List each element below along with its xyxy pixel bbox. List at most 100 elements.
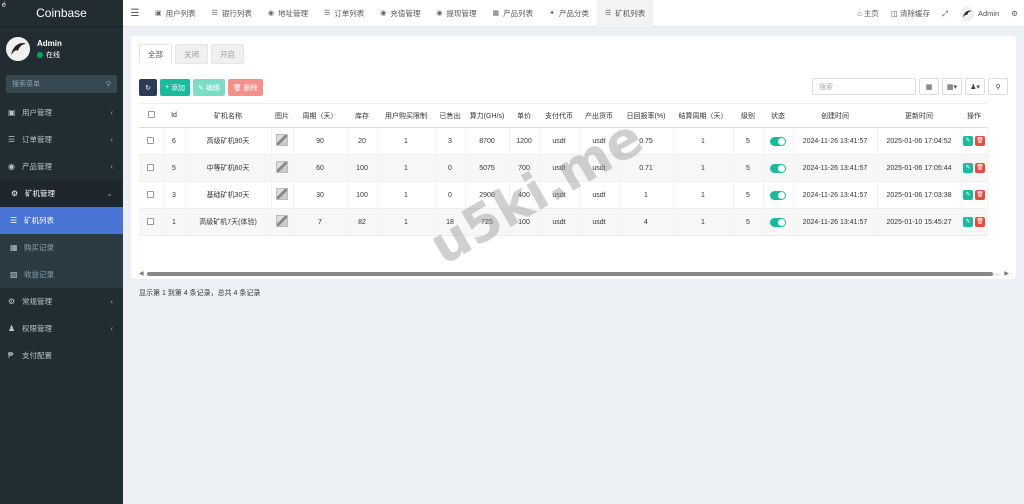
admin-menu[interactable]: Admin (960, 6, 999, 21)
cell-id: 5 (163, 154, 186, 182)
trash-icon: ◫ (890, 9, 898, 18)
tab-open[interactable]: 开启 (211, 44, 244, 64)
row-checkbox[interactable] (147, 163, 155, 171)
edit-icon[interactable]: ✎ (963, 190, 973, 200)
miner-image-icon[interactable] (276, 215, 288, 227)
col-pay-token[interactable]: 支付代币 (539, 103, 579, 128)
sidebar-submenu: ☰ 矿机列表 ▦ 购买记录 ▧ 收益记录 (0, 207, 123, 288)
col-level[interactable]: 级别 (733, 103, 763, 128)
col-created[interactable]: 创建时间 (793, 103, 877, 128)
sidebar-item-permission-management[interactable]: ♟ 权限管理 ‹ (0, 315, 123, 342)
cell-stock: 82 (347, 208, 378, 236)
columns-icon: ▦▾ (946, 83, 958, 91)
fullscreen-icon[interactable]: ⤢ (942, 9, 948, 19)
clear-cache-link[interactable]: ◫ 清除缓存 (891, 8, 930, 19)
tab-miner-list[interactable]: ☰ 矿机列表 (597, 0, 654, 27)
row-checkbox[interactable] (147, 190, 155, 198)
cell-actions: ✎ 🗑 (961, 127, 988, 155)
toggle-view-button[interactable]: ▦ (919, 78, 939, 95)
tab-product-category[interactable]: ✦ 产品分类 (541, 0, 597, 27)
edit-icon[interactable]: ✎ (963, 217, 973, 227)
scroll-left-icon[interactable]: ◀ (139, 270, 144, 277)
col-settle-cycle[interactable]: 结算周期（天） (673, 103, 733, 128)
tab-address[interactable]: ◉ 地址管理 (260, 0, 316, 27)
cell-updated: 2025-01-10 15:45:27 (877, 208, 962, 236)
tab-closed[interactable]: 关闭 (175, 44, 208, 64)
delete-icon[interactable]: 🗑 (975, 190, 985, 200)
tab-all[interactable]: 全部 (139, 44, 172, 64)
tab-order-list[interactable]: ☰ 订单列表 (316, 0, 372, 27)
tab-recharge[interactable]: ◉ 充值管理 (372, 0, 428, 27)
edit-icon[interactable]: ✎ (963, 136, 973, 146)
col-image[interactable]: 图片 (271, 103, 293, 128)
edit-button[interactable]: ✎ 编辑 (193, 79, 225, 96)
tab-withdraw[interactable]: ◉ 提现管理 (428, 0, 484, 27)
corner-glyph: é (2, 2, 6, 9)
sidebar-item-general-management[interactable]: ⚙ 常规管理 ‹ (0, 288, 123, 315)
col-stock[interactable]: 库存 (347, 103, 377, 128)
sidebar-item-product-management[interactable]: ◉ 产品管理 ‹ (0, 153, 123, 180)
sidebar-item-payment-config[interactable]: ₱ 支付配置 (0, 342, 123, 369)
add-button[interactable]: + 添加 (160, 79, 191, 96)
product-icon: ◉ (8, 162, 15, 171)
miner-image-icon[interactable] (276, 134, 288, 146)
cell-level: 5 (733, 154, 764, 182)
table-search-input[interactable]: 搜索 (812, 78, 916, 95)
cell-limit: 1 (377, 154, 436, 182)
columns-button[interactable]: ▦▾ (942, 78, 962, 95)
col-sold[interactable]: 已售出 (435, 103, 465, 128)
edit-icon[interactable]: ✎ (963, 163, 973, 173)
settings-icon[interactable]: ⚙ (1011, 9, 1018, 18)
cell-name: 中等矿机60天 (185, 154, 272, 182)
advanced-search-button[interactable]: ⚲ (988, 78, 1008, 95)
chevron-left-icon: ‹ (110, 108, 113, 117)
search-icon[interactable]: ⚲ (106, 80, 111, 88)
menu-search-input[interactable]: 搜索菜单 ⚲ (6, 75, 117, 93)
col-price[interactable]: 单价 (509, 103, 539, 128)
tab-product-list[interactable]: ▦ 产品列表 (485, 0, 542, 27)
sidebar-item-miner-list[interactable]: ☰ 矿机列表 (0, 207, 123, 234)
sidebar-item-order-management[interactable]: ☰ 订单管理 ‹ (0, 126, 123, 153)
scroll-right-icon[interactable]: ▶ (1004, 270, 1009, 277)
select-all-checkbox[interactable] (147, 111, 155, 118)
table-row[interactable]: 1 高级矿机7天(体验) 7 82 1 18 725 100 usdt usdt 4 1 5 2024-1… (139, 208, 988, 236)
delete-icon[interactable]: 🗑 (975, 163, 985, 173)
scroll-thumb[interactable] (147, 272, 993, 276)
status-toggle[interactable] (770, 136, 786, 146)
tab-user-list[interactable]: ▣ 用户列表 (147, 0, 204, 27)
miner-image-icon[interactable] (276, 161, 288, 173)
col-limit[interactable]: 用户购买限制 (377, 103, 435, 128)
delete-icon[interactable]: 🗑 (975, 217, 985, 227)
withdraw-icon: ◉ (436, 10, 443, 17)
delete-button[interactable]: 🗑 删除 (227, 79, 263, 96)
col-power[interactable]: 算力(GH/s) (465, 103, 509, 128)
row-checkbox[interactable] (147, 217, 155, 225)
row-checkbox[interactable] (147, 136, 155, 144)
horizontal-scrollbar[interactable]: ◀ ▶ (139, 271, 1009, 277)
col-cycle[interactable]: 周期（天） (293, 103, 347, 128)
brand-logo[interactable]: Coinbase (0, 0, 123, 27)
home-link[interactable]: ⌂ 主页 (857, 8, 879, 19)
status-toggle[interactable] (770, 163, 786, 173)
status-toggle[interactable] (770, 217, 786, 227)
sidebar-item-purchase-records[interactable]: ▦ 购买记录 (0, 234, 123, 261)
delete-icon[interactable]: 🗑 (975, 136, 985, 146)
miner-image-icon[interactable] (276, 188, 288, 200)
sidebar-item-miner-management[interactable]: ⚙ 矿机管理 ⌄ (0, 180, 123, 207)
export-button[interactable]: ♟▾ (965, 78, 985, 95)
col-name[interactable]: 矿机名称 (185, 103, 271, 128)
refresh-button[interactable]: ↻ (139, 79, 157, 96)
cell-status (763, 208, 794, 236)
status-toggle[interactable] (770, 190, 786, 200)
sidebar-item-user-management[interactable]: ▣ 用户管理 ‹ (0, 99, 123, 126)
hamburger-icon[interactable]: ☰ (123, 8, 147, 19)
col-updated[interactable]: 更新时间 (877, 103, 961, 128)
tab-bank-list[interactable]: ☰ 银行列表 (204, 0, 260, 27)
cell-price: 1200 (509, 127, 540, 155)
sidebar-item-income-records[interactable]: ▧ 收益记录 (0, 261, 123, 288)
cell-name: 高级矿机7天(体验) (185, 208, 272, 236)
avatar (960, 6, 974, 21)
col-status[interactable]: 状态 (763, 103, 793, 128)
miner-icon: ⚙ (11, 189, 19, 198)
col-id[interactable]: Id (163, 103, 185, 128)
